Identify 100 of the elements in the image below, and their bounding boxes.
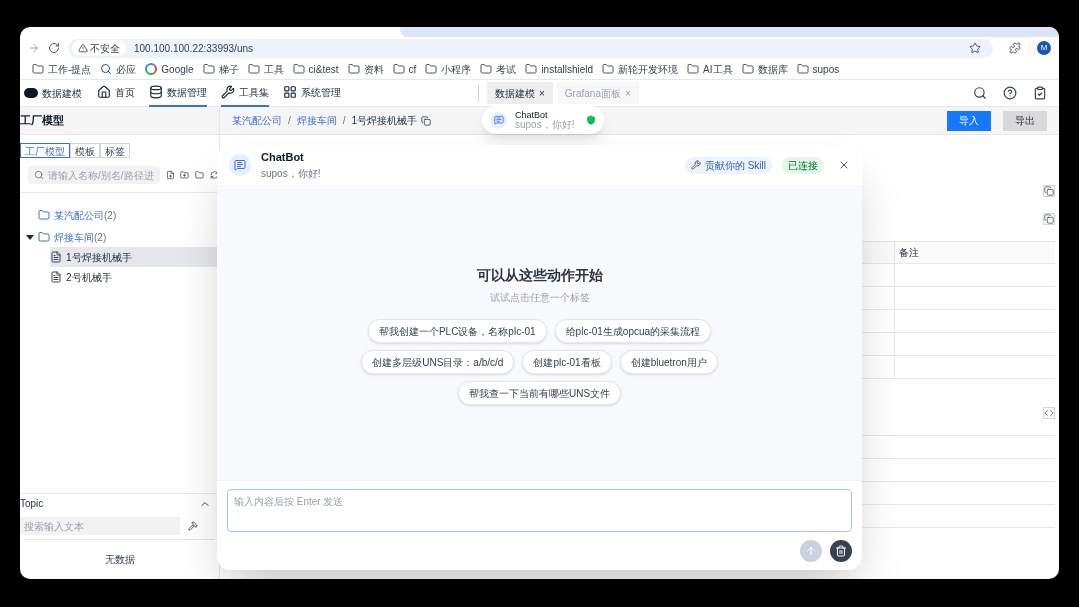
address-bar[interactable]: 不安全 100.100.100.22:33993/uns — [68, 38, 993, 58]
suggestion-chip[interactable]: 帮我创建一个PLC设备，名称plc-01 — [367, 319, 547, 343]
chat-icon — [493, 115, 504, 125]
clipboard-icon[interactable] — [1033, 86, 1047, 100]
home-icon — [97, 85, 111, 99]
nav-tab[interactable]: 系统管理 — [283, 79, 341, 107]
suggestion-chip[interactable]: 给plc-01生成opcua的采集流程 — [554, 319, 712, 343]
tree-item[interactable]: 1号焊接机械手 — [50, 247, 219, 267]
new-folder-icon[interactable] — [180, 170, 190, 180]
profile-avatar[interactable]: M — [1037, 41, 1051, 55]
new-file-icon[interactable] — [165, 170, 175, 180]
shield-icon — [586, 115, 596, 125]
bookmark[interactable]: supos — [796, 61, 840, 77]
sidebar-tab[interactable]: 工厂模型 — [20, 143, 70, 158]
folder-icon — [425, 63, 438, 75]
tree-item[interactable]: 焊接车间(2) — [26, 227, 219, 247]
code-icon[interactable] — [1043, 407, 1055, 419]
suggestion-chip[interactable]: 创建bluetron用户 — [619, 350, 718, 374]
folder-icon — [602, 63, 615, 75]
chat-heading: 可以从这些动作开始 — [476, 266, 603, 285]
delete-button[interactable] — [830, 540, 852, 562]
app-logo[interactable]: 数据建模 — [20, 85, 90, 101]
chat-title: ChatBot — [261, 150, 305, 166]
bookmark[interactable]: 新轮开发环境 — [602, 61, 679, 77]
tree-label: 2号机械手 — [66, 270, 112, 285]
bookmark[interactable]: 资料 — [347, 61, 384, 77]
bookmark[interactable]: 工具 — [247, 61, 284, 77]
trash-icon — [835, 545, 847, 557]
database-icon — [149, 85, 163, 99]
tool-icon[interactable] — [188, 521, 198, 531]
copy-icon[interactable] — [421, 115, 432, 126]
search-icon — [100, 63, 113, 75]
bookmark[interactable]: ci&test — [292, 61, 339, 77]
bookmark[interactable]: cf — [392, 61, 417, 77]
folder-icon — [247, 63, 260, 75]
folder-icon — [292, 63, 305, 75]
bookmark[interactable]: 小程序 — [425, 61, 472, 77]
table-header-cell: 备注 — [895, 242, 1055, 264]
file-icon — [50, 271, 62, 283]
bookmark[interactable]: 必应 — [100, 61, 137, 77]
nav-tab[interactable]: 首页 — [97, 79, 135, 107]
wrench-icon — [221, 85, 235, 99]
copy-icon[interactable] — [1043, 213, 1055, 225]
reload-icon[interactable] — [48, 42, 60, 54]
breadcrumb-separator: / — [288, 114, 291, 128]
bookmark[interactable]: AI工具 — [687, 61, 733, 77]
chatbot-pill[interactable]: ChatBot supos，你好! — [482, 106, 604, 134]
skill-button[interactable]: 贡献你的 Skill — [684, 156, 772, 174]
bookmark[interactable]: 数据库 — [741, 61, 788, 77]
breadcrumb-item[interactable]: 焊接车间 — [296, 113, 337, 128]
pill-title: ChatBot — [515, 110, 549, 120]
warning-icon — [78, 43, 88, 53]
copy-icon[interactable] — [1043, 185, 1055, 197]
connection-status: 已连接 — [782, 156, 824, 174]
breadcrumb-separator: / — [342, 114, 346, 128]
folder-icon — [347, 63, 360, 75]
bookmark[interactable]: Google — [145, 61, 194, 77]
caret-icon[interactable] — [26, 233, 34, 241]
grid-icon — [283, 85, 297, 99]
folder-icon — [687, 63, 700, 75]
star-icon[interactable] — [969, 42, 981, 54]
refresh-icon[interactable] — [210, 170, 219, 180]
chat-icon — [234, 159, 246, 171]
help-icon[interactable] — [1003, 86, 1017, 100]
folder-icon — [392, 63, 405, 75]
suggestion-chip[interactable]: 创建多层级UNS目录：a/b/c/d — [361, 350, 515, 374]
tree-item[interactable]: 2号机械手 — [50, 267, 219, 287]
bookmark[interactable]: 梯子 — [202, 61, 239, 77]
pill-subtitle: supos，你好! — [515, 119, 576, 130]
file-icon — [50, 251, 62, 263]
close-icon[interactable] — [838, 159, 850, 171]
topic-title: Topic — [20, 497, 44, 511]
suggestion-chip[interactable]: 帮我查一下当前有哪些UNS文件 — [457, 381, 622, 405]
tree-label: 焊接车间(2) — [54, 230, 107, 245]
sidebar-title: 工厂模型 — [20, 113, 64, 129]
action-button[interactable]: 导出 — [1003, 110, 1047, 131]
url-text: 100.100.100.22:33993/uns — [134, 41, 254, 56]
sidebar-tab[interactable]: 标签 — [100, 143, 130, 158]
folder-icon — [741, 63, 754, 75]
folder-icon — [796, 63, 809, 75]
arrow-up-icon — [805, 545, 817, 557]
google-icon — [145, 63, 158, 75]
folder-icon — [202, 63, 215, 75]
bookmark[interactable]: installshield — [525, 61, 594, 77]
page-tab[interactable]: 数据建模 × — [487, 82, 553, 104]
folder-icon — [480, 63, 493, 75]
extension-icon[interactable] — [1009, 42, 1021, 54]
bookmark[interactable]: 考试 — [480, 61, 517, 77]
tree-label: 1号焊接机械手 — [66, 250, 132, 265]
security-chip[interactable]: 不安全 — [72, 40, 126, 56]
sidebar-tab[interactable]: 模板 — [70, 143, 100, 158]
logo-icon — [24, 88, 38, 98]
tree-label: 某汽配公司(2) — [54, 208, 117, 223]
search-icon[interactable] — [973, 86, 987, 100]
bookmark[interactable]: 工作-提点 — [32, 61, 92, 77]
tree-item[interactable]: 某汽配公司(2) — [26, 205, 219, 225]
suggestion-chip[interactable]: 创建plc-01看板 — [522, 350, 612, 374]
folder-icon[interactable] — [195, 170, 205, 180]
breadcrumb-item[interactable]: 某汽配公司 — [232, 113, 282, 128]
action-button[interactable]: 导入 — [947, 110, 991, 131]
